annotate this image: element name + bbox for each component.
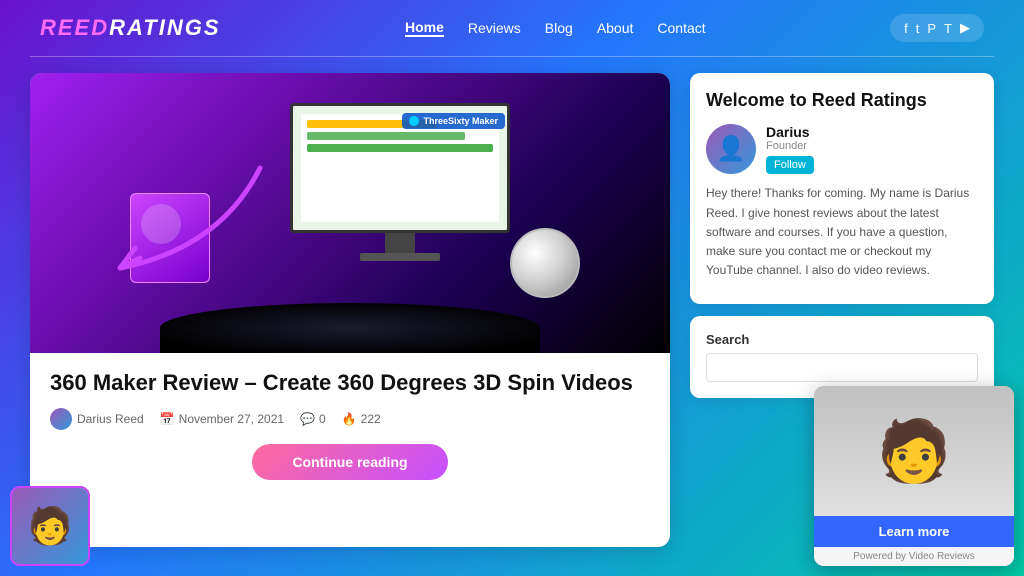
sidebar-author-role: Founder	[766, 140, 814, 152]
nav-reviews[interactable]: Reviews	[468, 20, 521, 36]
follow-button[interactable]: Follow	[766, 156, 814, 174]
video-thumbnail	[814, 386, 1014, 516]
product-box	[130, 193, 240, 313]
welcome-card: Welcome to Reed Ratings Darius Founder F…	[690, 73, 994, 304]
avatar-popup[interactable]: 🧑	[10, 486, 90, 566]
article-image: ThreeSixty Maker	[30, 73, 670, 353]
calendar-icon: 📅	[160, 412, 175, 426]
sidebar-welcome-title: Welcome to Reed Ratings	[706, 89, 978, 112]
nav-contact[interactable]: Contact	[657, 20, 705, 36]
sidebar-author-info: Darius Founder Follow	[706, 124, 978, 174]
header: ReedRatings Home Reviews Blog About Cont…	[0, 0, 1024, 56]
twitter-icon[interactable]: t	[916, 21, 920, 36]
video-face	[814, 386, 1014, 516]
meta-comments: 💬 0	[300, 412, 326, 426]
threesixty-text: ThreeSixty Maker	[423, 116, 498, 126]
powered-by-label: Powered by Video Reviews	[814, 547, 1014, 566]
camera-sphere	[510, 228, 580, 298]
threesixty-label: ThreeSixty Maker	[402, 113, 505, 129]
screen-content	[301, 114, 499, 222]
search-label: Search	[706, 332, 978, 347]
sidebar-author-avatar	[706, 124, 756, 174]
author-name: Darius Reed	[77, 412, 144, 426]
video-popup: Learn more Powered by Video Reviews	[814, 386, 1014, 566]
article-date: November 27, 2021	[179, 412, 284, 426]
tumblr-icon[interactable]: T	[944, 21, 952, 36]
site-logo[interactable]: ReedRatings	[40, 15, 221, 41]
author-avatar-small	[50, 408, 72, 430]
article-card: ThreeSixty Maker 360 Maker Review – Crea…	[30, 73, 670, 547]
meta-date: 📅 November 27, 2021	[160, 412, 284, 426]
pinterest-icon[interactable]: P	[927, 21, 936, 36]
comment-icon: 💬	[300, 412, 315, 426]
avatar-popup-image: 🧑	[12, 488, 88, 564]
nav-home[interactable]: Home	[405, 19, 444, 37]
box-face	[130, 193, 210, 283]
article-body: 360 Maker Review – Create 360 Degrees 3D…	[30, 353, 670, 492]
comment-count: 0	[319, 412, 326, 426]
monitor-base	[360, 253, 440, 261]
youtube-icon[interactable]: ▶	[960, 20, 970, 36]
author-name-role: Darius Founder Follow	[766, 124, 814, 174]
meta-author: Darius Reed	[50, 408, 144, 430]
like-icon: 🔥	[342, 412, 357, 426]
threesixty-dot	[409, 116, 419, 126]
article-title: 360 Maker Review – Create 360 Degrees 3D…	[50, 369, 650, 398]
meta-likes: 🔥 222	[342, 412, 381, 426]
like-count: 222	[361, 412, 381, 426]
sidebar-description: Hey there! Thanks for coming. My name is…	[706, 184, 978, 280]
learn-more-button[interactable]: Learn more	[814, 516, 1014, 547]
screen-bar-3	[307, 144, 493, 152]
social-icons-bar: f t P T ▶	[890, 14, 984, 42]
sidebar-author-name: Darius	[766, 124, 814, 140]
nav-about[interactable]: About	[597, 20, 634, 36]
nav-blog[interactable]: Blog	[545, 20, 573, 36]
screen-bar-2	[307, 132, 465, 140]
continue-reading-button[interactable]: Continue reading	[252, 444, 447, 480]
main-nav: Home Reviews Blog About Contact	[405, 19, 706, 37]
article-meta: Darius Reed 📅 November 27, 2021 💬 0 🔥 22…	[50, 408, 650, 430]
monitor-stand	[385, 233, 415, 253]
search-input[interactable]	[706, 353, 978, 382]
facebook-icon[interactable]: f	[904, 21, 908, 36]
